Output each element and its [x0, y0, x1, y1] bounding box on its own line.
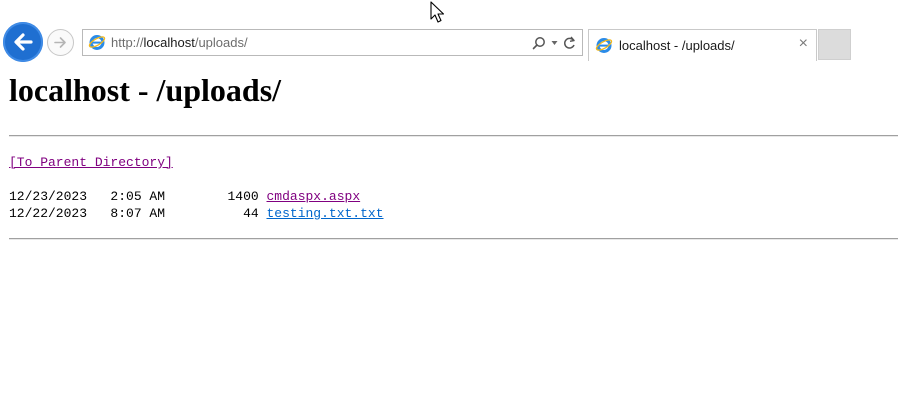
forward-arrow-icon [54, 37, 66, 48]
url-text[interactable]: http://localhost/uploads/ [111, 35, 248, 50]
tab-ie-logo-icon [595, 38, 613, 53]
file-row: 12/22/2023 8:07 AM 44 testing.txt.txt [9, 205, 384, 222]
tab-title: localhost - /uploads/ [619, 38, 735, 53]
file-date: 12/22/2023 [9, 206, 88, 221]
dropdown-caret-icon[interactable] [551, 40, 558, 46]
mouse-cursor-icon [430, 1, 445, 23]
top-divider [9, 135, 898, 137]
back-arrow-icon [14, 33, 33, 51]
file-size: 44 [243, 206, 259, 221]
address-tools [532, 34, 576, 52]
directory-listing-page: localhost - /uploads/ [To Parent Directo… [0, 62, 898, 410]
ie-logo-icon [88, 35, 106, 50]
address-bar[interactable]: http://localhost/uploads/ [82, 29, 583, 56]
file-link-testing[interactable]: testing.txt.txt [266, 206, 383, 221]
refresh-icon[interactable] [563, 36, 576, 50]
search-icon[interactable] [532, 36, 546, 50]
parent-directory-link[interactable]: [To Parent Directory] [9, 155, 173, 170]
url-path: /uploads/ [194, 35, 248, 50]
file-row: 12/23/2023 2:05 AM 1400 cmdaspx.aspx [9, 188, 384, 205]
tab-localhost-uploads[interactable]: localhost - /uploads/ × [588, 29, 817, 61]
new-tab-button[interactable] [818, 29, 851, 60]
forward-button[interactable] [47, 29, 74, 56]
url-scheme: http:// [111, 35, 144, 50]
close-tab-icon[interactable]: × [799, 36, 808, 52]
back-button[interactable] [3, 22, 43, 62]
bottom-divider [9, 238, 898, 240]
file-time: 2:05 AM [102, 189, 166, 204]
url-host: localhost [143, 35, 195, 50]
file-size: 1400 [227, 189, 259, 204]
file-time: 8:07 AM [102, 206, 166, 221]
file-date: 12/23/2023 [9, 189, 88, 204]
file-link-cmdaspx[interactable]: cmdaspx.aspx [267, 189, 361, 204]
page-title: localhost - /uploads/ [9, 72, 282, 108]
file-listing: [To Parent Directory] 12/23/2023 2:05 AM… [9, 154, 384, 222]
browser-toolbar: http://localhost/uploads/ localhost - /u… [0, 0, 898, 62]
